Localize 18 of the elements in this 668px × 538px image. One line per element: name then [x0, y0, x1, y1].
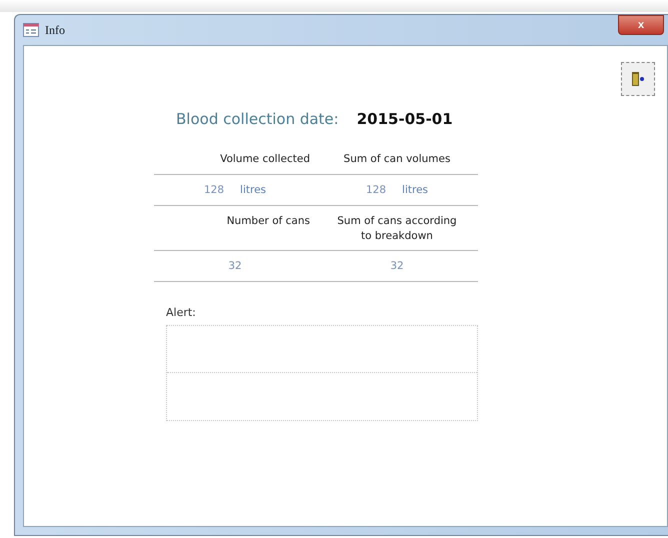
date-value: 2015-05-01	[356, 110, 453, 128]
value-number: 32	[228, 260, 242, 272]
column-header: Volume collected	[220, 152, 310, 167]
date-label: Blood collection date:	[176, 110, 339, 128]
value-number: 128	[204, 184, 224, 196]
unit-label: litres	[240, 184, 266, 196]
door-icon	[631, 71, 645, 87]
window-title: Info	[45, 22, 65, 38]
close-button[interactable]: x	[618, 15, 664, 35]
value-number: 32	[390, 260, 404, 272]
value-number: 128	[366, 184, 386, 196]
column-header: Number of cans	[226, 214, 310, 229]
form-icon	[23, 23, 39, 37]
alert-label: Alert:	[166, 306, 196, 319]
column-header: Sum of cans according to breakdown	[337, 214, 457, 244]
column-header: Sum of can volumes	[344, 152, 450, 167]
exit-button[interactable]	[621, 62, 655, 96]
unit-label: litres	[402, 184, 428, 196]
